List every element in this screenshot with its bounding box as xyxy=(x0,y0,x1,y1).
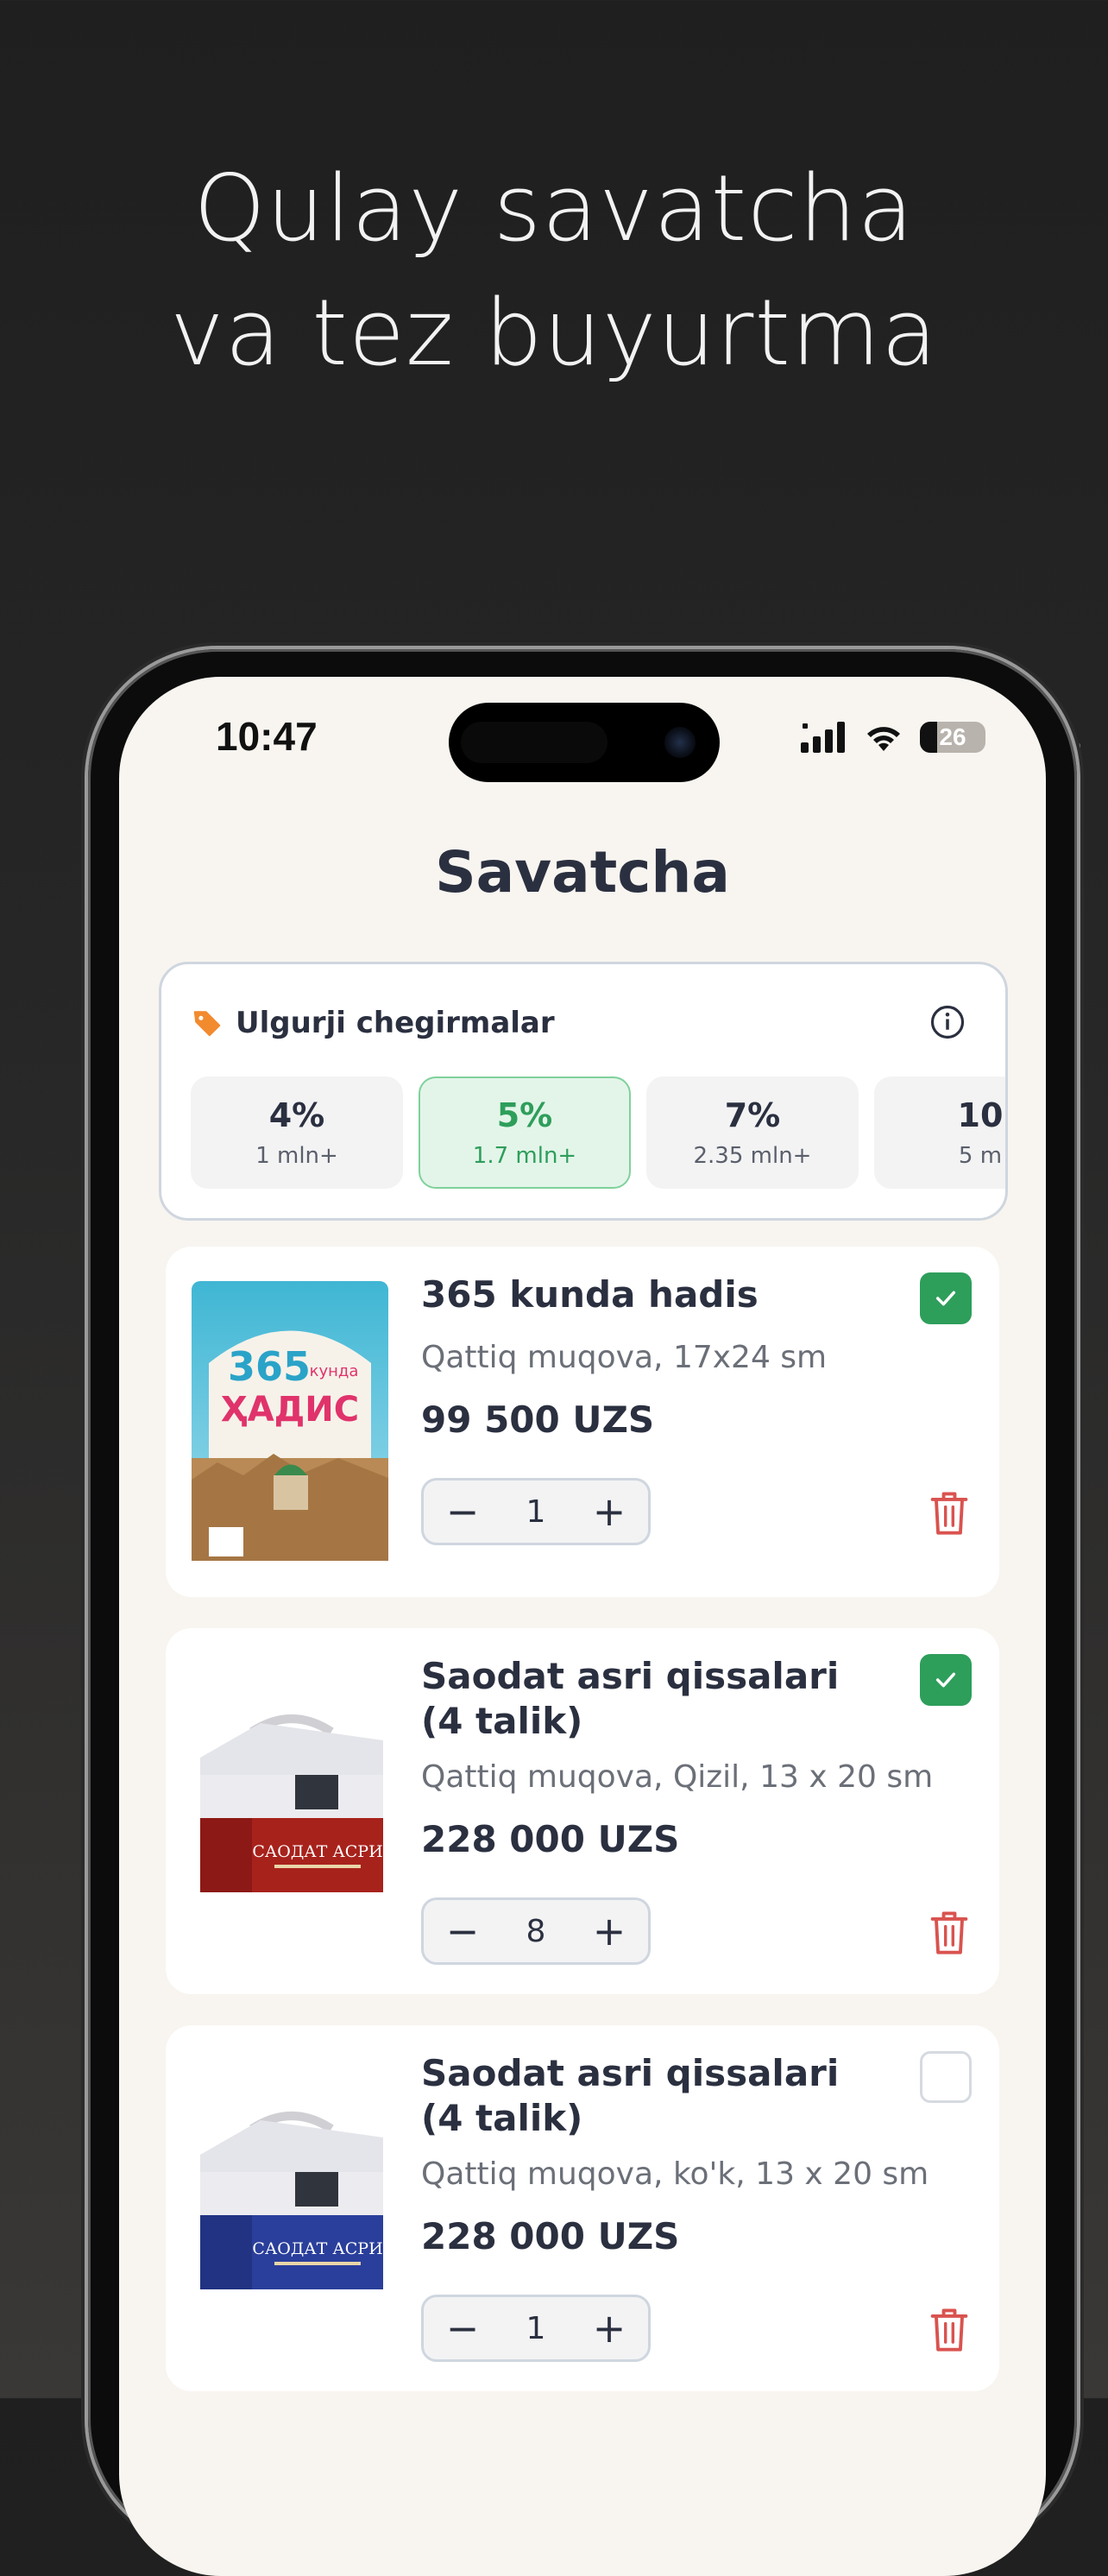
cover-subtitle: кунда xyxy=(310,1362,359,1380)
island-sensor xyxy=(461,722,608,763)
quantity-stepper: − 1 + xyxy=(421,1478,651,1545)
item-meta: Qattiq muqova, 17x24 sm xyxy=(421,1340,828,1375)
checkmark-icon xyxy=(935,1291,956,1306)
decrease-button[interactable]: − xyxy=(441,1488,484,1535)
discount-tier[interactable]: 4% 1 mln+ xyxy=(191,1076,403,1189)
price-tag-icon xyxy=(193,1011,221,1037)
dynamic-island xyxy=(449,703,720,782)
tier-percent: 4% xyxy=(268,1096,325,1134)
checkmark-icon xyxy=(935,1672,956,1688)
tier-percent: 5% xyxy=(496,1096,553,1134)
cart-item: САОДАТ АСРИ Saodat asri qissalari (4 tal… xyxy=(166,1628,999,1994)
front-camera xyxy=(664,727,696,758)
phone-frame: 10:47 26 Savatcha Ulgurji chegirmalar 4%… xyxy=(88,649,1077,2576)
battery-icon: 26 xyxy=(920,722,985,753)
tier-threshold: 2.35 mln+ xyxy=(693,1143,812,1169)
item-name[interactable]: Saodat asri qissalari (4 talik) xyxy=(421,2051,887,2141)
status-icons: 26 xyxy=(801,722,985,753)
item-price: 99 500 UZS xyxy=(421,1398,655,1441)
cover-title: ҲАДИС xyxy=(221,1390,359,1430)
info-icon[interactable] xyxy=(929,1004,966,1040)
item-select-checkbox[interactable] xyxy=(920,1654,972,1706)
cellular-signal-icon xyxy=(801,722,845,753)
increase-button[interactable]: + xyxy=(588,1908,631,1954)
item-meta: Qattiq muqova, Qizil, 13 x 20 sm xyxy=(421,1759,934,1795)
cover-number: 365 xyxy=(228,1343,311,1390)
increase-button[interactable]: + xyxy=(588,1488,631,1535)
item-select-checkbox[interactable] xyxy=(920,1272,972,1324)
item-name[interactable]: Saodat asri qissalari (4 talik) xyxy=(421,1654,887,1744)
page-title: Savatcha xyxy=(435,839,730,906)
headline-line-1: Qulay savatcha xyxy=(193,155,915,262)
item-price: 228 000 UZS xyxy=(421,1818,680,1860)
trash-icon[interactable] xyxy=(927,2305,972,2353)
tier-threshold: 1.7 mln+ xyxy=(472,1143,577,1169)
quantity-stepper: − 1 + xyxy=(421,2295,651,2362)
discount-tier-active[interactable]: 5% 1.7 mln+ xyxy=(419,1076,631,1189)
quantity-value: 1 xyxy=(526,1493,546,1530)
discount-tier[interactable]: 10 5 m xyxy=(874,1076,1005,1189)
discount-tier[interactable]: 7% 2.35 mln+ xyxy=(646,1076,859,1189)
discounts-header: Ulgurji chegirmalar xyxy=(192,1006,555,1040)
tier-percent: 7% xyxy=(724,1096,781,1134)
wifi-icon xyxy=(867,727,900,751)
quantity-value: 1 xyxy=(526,2310,546,2346)
increase-button[interactable]: + xyxy=(588,2305,631,2352)
discount-tiers: 4% 1 mln+ 5% 1.7 mln+ 7% 2.35 mln+ 10 5 … xyxy=(191,1076,1005,1189)
decrease-button[interactable]: − xyxy=(441,1908,484,1954)
book-box-red[interactable]: САОДАТ АСРИ xyxy=(192,1706,392,1901)
tier-threshold: 5 m xyxy=(958,1143,1003,1169)
item-select-checkbox[interactable] xyxy=(920,2051,972,2103)
decrease-button[interactable]: − xyxy=(441,2305,484,2352)
app-screen: 10:47 26 Savatcha Ulgurji chegirmalar 4%… xyxy=(119,677,1046,2576)
quantity-value: 8 xyxy=(526,1913,546,1949)
cart-item: САОДАТ АСРИ Saodat asri qissalari (4 tal… xyxy=(166,2025,999,2391)
status-time: 10:47 xyxy=(216,714,318,759)
cart-item: 365 кунда ҲАДИС 365 kunda hadis Qattiq m… xyxy=(166,1247,999,1597)
box-title: САОДАТ АСРИ xyxy=(252,1842,382,1861)
item-meta: Qattiq muqova, ko'k, 13 x 20 sm xyxy=(421,2156,929,2192)
wholesale-discounts-card: Ulgurji chegirmalar 4% 1 mln+ 5% 1.7 mln… xyxy=(159,962,1008,1221)
box-title: САОДАТ АСРИ xyxy=(252,2239,382,2258)
item-name[interactable]: 365 kunda hadis xyxy=(421,1272,887,1317)
promo-headline: Qulay savatcha va tez buyurtma xyxy=(0,147,1108,395)
discounts-title: Ulgurji chegirmalar xyxy=(236,1006,555,1040)
trash-icon[interactable] xyxy=(927,1488,972,1537)
book-box-blue[interactable]: САОДАТ АСРИ xyxy=(192,2103,392,2298)
battery-level: 26 xyxy=(939,723,966,750)
headline-line-2: va tez buyurtma xyxy=(169,280,939,386)
quantity-stepper: − 8 + xyxy=(421,1897,651,1965)
trash-icon[interactable] xyxy=(927,1908,972,1956)
book-cover-hadis[interactable]: 365 кунда ҲАДИС xyxy=(192,1281,388,1561)
tier-percent: 10 xyxy=(957,1096,1004,1134)
item-price: 228 000 UZS xyxy=(421,2215,680,2257)
tier-threshold: 1 mln+ xyxy=(255,1143,338,1169)
